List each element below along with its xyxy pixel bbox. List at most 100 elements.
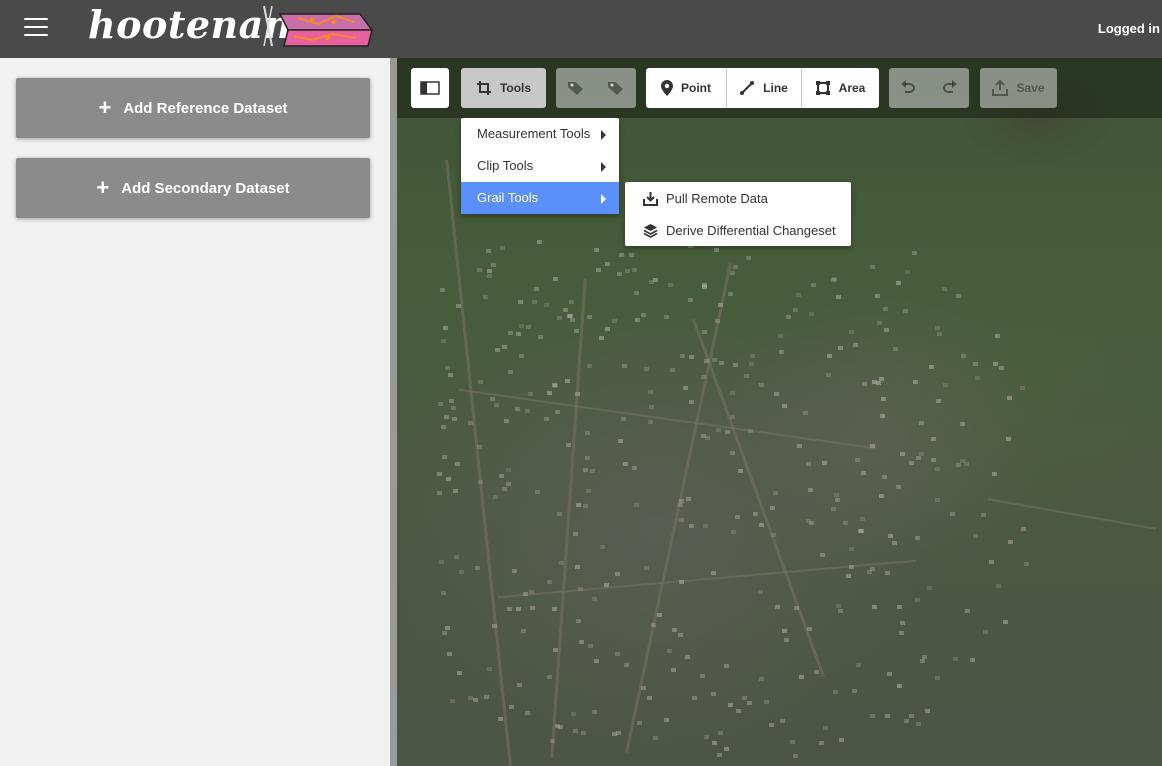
map-building [441,425,447,430]
map-building [869,444,875,449]
map-building [635,317,641,322]
layers-icon [643,223,658,238]
map-building [648,280,654,285]
map-building [861,381,867,386]
add-reference-dataset-label: Add Reference Dataset [123,99,288,117]
derive-differential-changeset-item[interactable]: Derive Differential Changeset [625,214,851,246]
tag-icon[interactable] [567,80,585,96]
map-building [884,713,890,718]
map-building [604,583,610,588]
map-building [439,560,445,565]
map-building [636,721,642,726]
map-building [467,420,473,425]
map-building [663,717,669,722]
map-building [775,605,781,610]
map-building [679,579,685,584]
map-building [780,719,786,724]
map-building [523,592,529,597]
map-building [526,325,532,330]
map-building [895,484,901,489]
map-building [458,570,464,575]
map-building [517,683,523,688]
map-building [710,570,716,575]
sidebar-toggle-button[interactable] [411,68,449,108]
add-reference-dataset-button[interactable]: + Add Reference Dataset [16,78,370,138]
map-building [769,506,775,511]
map-building [520,628,526,633]
map-building [880,413,886,418]
tools-label: Tools [499,81,532,95]
user-status[interactable]: Logged in [1098,21,1160,36]
undo-icon[interactable] [900,80,916,96]
map-building [826,372,832,377]
map-building [443,414,449,419]
point-button[interactable]: Point [646,80,726,96]
toolbar-divider [726,68,727,108]
map-building [1024,561,1030,566]
map-building [887,672,893,677]
map-building [875,294,881,299]
map-building [994,334,1000,339]
line-button[interactable]: Line [726,80,801,96]
map-building [446,477,452,482]
menu-icon[interactable] [24,18,48,38]
map-building [442,631,448,636]
line-label: Line [763,81,788,95]
map-building [591,597,597,602]
map-building [956,462,962,467]
map-building [887,534,893,539]
map-building [516,332,522,337]
map-building [904,718,910,723]
map-building [529,605,535,610]
map-building [832,276,838,281]
map-building [679,354,685,359]
map-building [648,404,654,409]
map-building [973,533,979,538]
map-building [584,431,590,436]
map-building [700,375,706,380]
map-building [941,286,947,291]
map-building [671,667,677,672]
map-building [736,709,742,714]
map-building [491,262,497,267]
map-building [457,671,463,676]
pull-remote-data-item[interactable]: Pull Remote Data [625,182,851,214]
map-building [826,354,832,359]
sidebar-resizer[interactable] [390,58,397,766]
map-building [667,649,673,654]
menu-item-label: Grail Tools [477,190,539,205]
map-building [573,532,578,537]
map-building [546,391,552,396]
map-building [935,498,941,503]
plus-icon: + [98,95,112,120]
map-building [937,332,943,337]
menu-item-measurement-tools[interactable]: Measurement Tools [461,118,619,150]
map-building [468,696,474,701]
crop-icon [476,81,491,95]
redo-icon[interactable] [942,80,958,96]
save-button[interactable]: Save [980,68,1057,108]
map-building [632,267,638,272]
map-building [769,723,775,728]
line-icon [740,81,755,95]
map-building [527,391,533,396]
area-button[interactable]: Area [801,80,879,96]
tags-icon[interactable] [607,80,625,96]
map-building [703,734,709,739]
map-building [619,253,625,258]
map-building [529,589,535,594]
map-building [686,496,692,501]
map-building [842,520,848,525]
map-building [617,438,623,443]
map-building [640,313,646,318]
tools-button[interactable]: Tools [461,68,546,108]
map-building [438,402,444,407]
map-building [857,529,863,534]
menu-item-clip-tools[interactable]: Clip Tools [461,150,619,182]
add-secondary-dataset-button[interactable]: + Add Secondary Dataset [16,158,370,218]
map-building [546,674,552,679]
area-label: Area [838,81,866,95]
app-header: hootenanny Logged in [0,0,1162,58]
map-building [440,287,446,292]
menu-item-grail-tools[interactable]: Grail Tools [461,182,619,214]
